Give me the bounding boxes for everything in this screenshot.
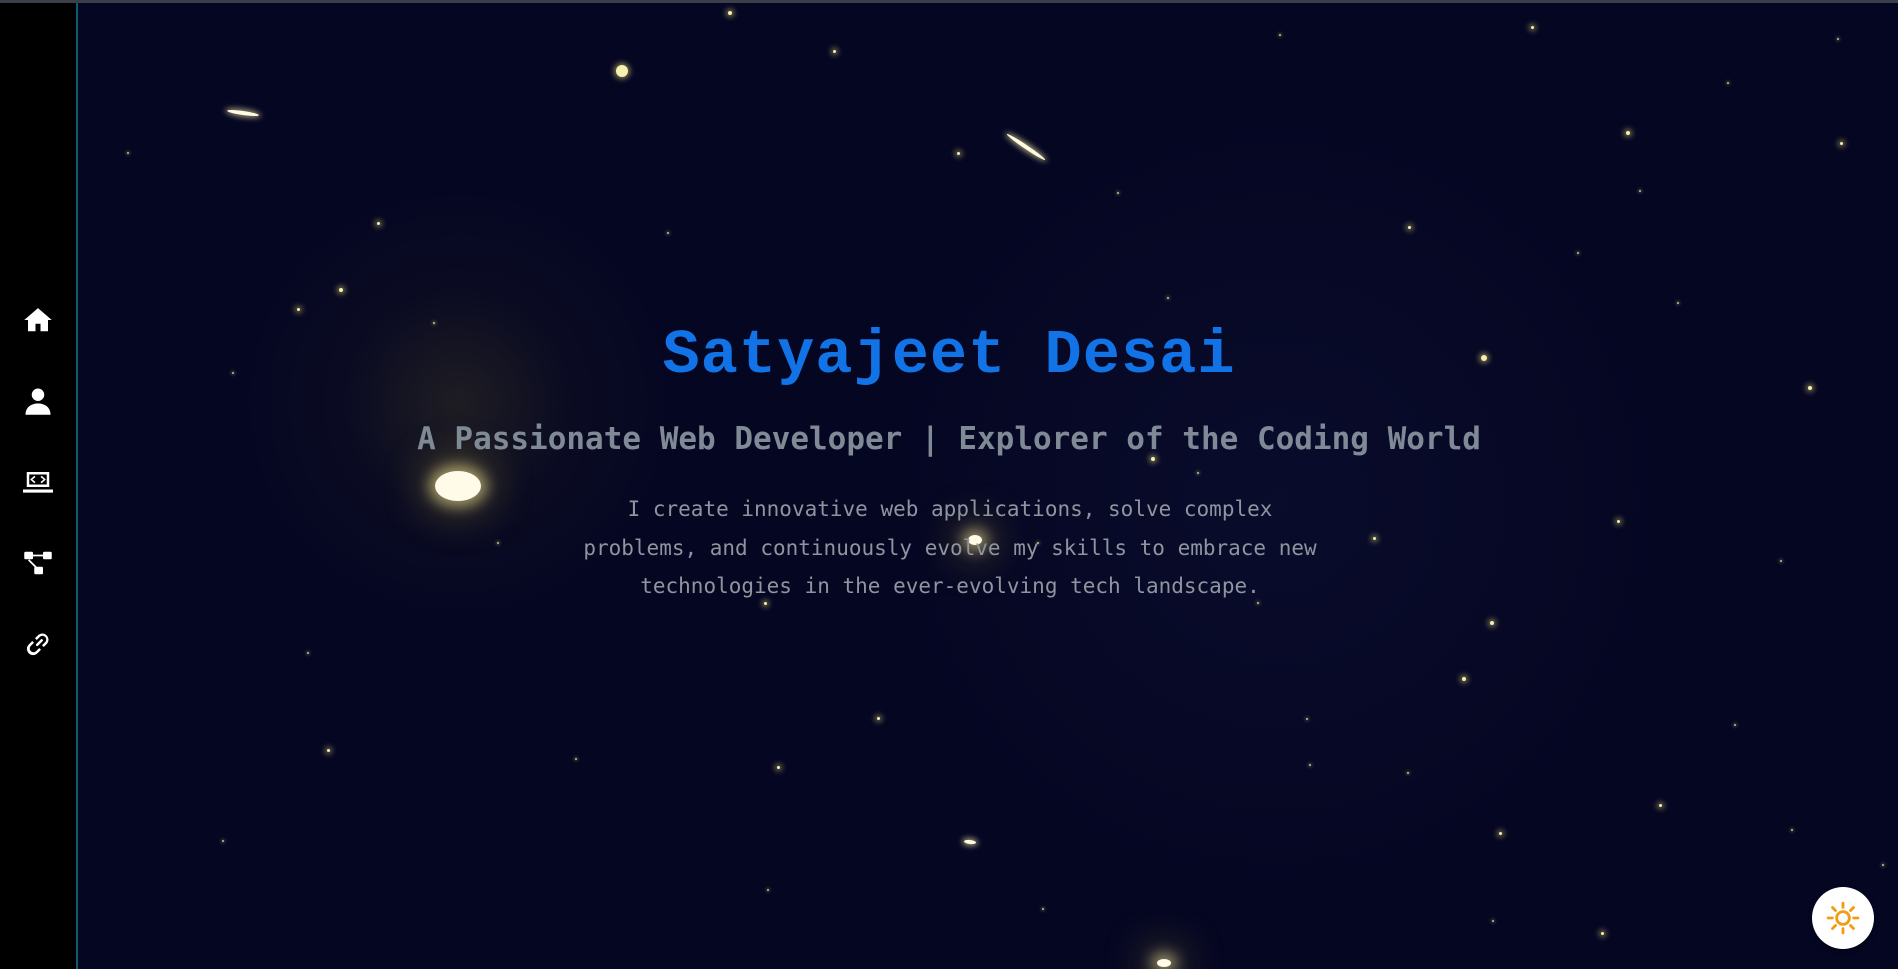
star — [876, 716, 880, 720]
star — [376, 221, 380, 225]
bright-star — [1157, 959, 1171, 967]
home-icon — [24, 308, 52, 332]
star — [1577, 252, 1579, 254]
star — [1626, 131, 1630, 135]
star — [222, 840, 224, 842]
star — [1490, 621, 1494, 625]
star — [1462, 677, 1466, 681]
sidebar-item-about[interactable] — [18, 381, 58, 421]
star — [1727, 82, 1729, 84]
galaxy-streak — [963, 839, 977, 845]
star — [956, 151, 960, 155]
star — [296, 307, 300, 311]
laptop-code-icon — [23, 472, 53, 493]
theme-toggle-button[interactable] — [1812, 887, 1874, 949]
sidebar — [0, 0, 78, 969]
star — [1616, 519, 1620, 523]
star — [326, 748, 330, 752]
user-icon — [25, 388, 51, 415]
star — [1309, 764, 1311, 766]
hero-description: I create innovative web applications, so… — [583, 497, 1317, 598]
sidebar-item-skills[interactable] — [18, 543, 58, 583]
star — [1306, 718, 1308, 720]
star — [767, 889, 769, 891]
diagram-icon — [24, 551, 52, 575]
star — [1197, 472, 1199, 474]
star — [728, 11, 732, 15]
star — [1600, 931, 1604, 935]
window-top-border — [0, 0, 1898, 3]
star — [1677, 302, 1679, 304]
sidebar-item-home[interactable] — [18, 300, 58, 340]
star — [1734, 724, 1736, 726]
star — [1780, 560, 1782, 562]
hero-subtitle: A Passionate Web Developer | Explorer of… — [417, 421, 1481, 457]
sun-icon — [1826, 901, 1860, 935]
star — [776, 765, 780, 769]
star — [1407, 772, 1409, 774]
galaxy-streak — [1005, 132, 1047, 162]
starfield-background — [78, 3, 1898, 969]
star — [1167, 297, 1169, 299]
star — [1407, 225, 1411, 229]
star — [1530, 25, 1534, 29]
sidebar-item-contact[interactable] — [18, 624, 58, 664]
star — [1791, 829, 1793, 831]
star — [1498, 831, 1502, 835]
star — [1279, 34, 1281, 36]
star — [832, 49, 836, 53]
star — [1492, 920, 1494, 922]
star — [1117, 192, 1119, 194]
star — [1837, 38, 1839, 40]
star — [1042, 908, 1044, 910]
star — [1882, 864, 1884, 866]
star — [575, 758, 577, 760]
star — [307, 652, 309, 654]
star — [339, 288, 343, 292]
star — [1639, 190, 1641, 192]
star — [127, 152, 129, 154]
sidebar-nav — [0, 300, 76, 705]
star — [497, 542, 499, 544]
star — [1372, 536, 1376, 540]
star — [616, 65, 628, 77]
link-icon — [26, 633, 49, 656]
galaxy-streak — [226, 108, 260, 118]
star — [1839, 141, 1843, 145]
sidebar-item-projects[interactable] — [18, 462, 58, 502]
hero-title: Satyajeet Desai — [662, 320, 1236, 391]
star — [1658, 803, 1662, 807]
star — [667, 232, 669, 234]
bright-star — [435, 471, 481, 501]
